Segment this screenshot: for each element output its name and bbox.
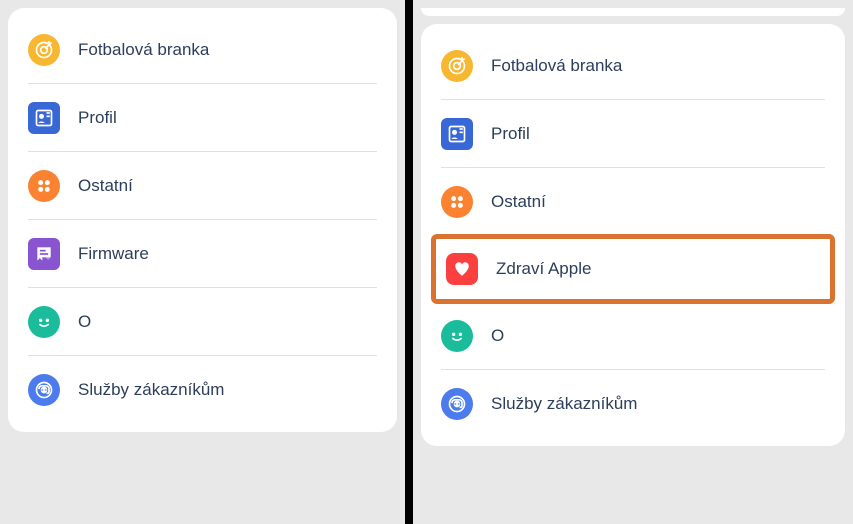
menu-item-other[interactable]: Ostatní: [421, 168, 845, 236]
menu-item-goals[interactable]: Fotbalová branka: [8, 16, 397, 84]
support-icon: [28, 374, 60, 406]
menu-item-firmware[interactable]: Firmware: [8, 220, 397, 288]
menu-label: Služby zákazníkům: [78, 380, 224, 400]
menu-label: Služby zákazníkům: [491, 394, 637, 414]
menu-label: O: [78, 312, 91, 332]
menu-label: Ostatní: [78, 176, 133, 196]
other-icon: [28, 170, 60, 202]
menu-card-left: Fotbalová branka Profil Ostatní Firmware: [8, 8, 397, 432]
left-panel: Fotbalová branka Profil Ostatní Firmware: [0, 0, 405, 524]
menu-item-goals[interactable]: Fotbalová branka: [421, 32, 845, 100]
menu-label: Ostatní: [491, 192, 546, 212]
previous-card-edge: [421, 8, 845, 16]
menu-item-health-highlighted[interactable]: Zdraví Apple: [431, 234, 835, 304]
target-icon: [28, 34, 60, 66]
menu-item-other[interactable]: Ostatní: [8, 152, 397, 220]
spacer: [8, 432, 397, 472]
menu-item-about[interactable]: O: [421, 302, 845, 370]
menu-item-support[interactable]: Služby zákazníkům: [8, 356, 397, 424]
target-icon: [441, 50, 473, 82]
support-icon: [441, 388, 473, 420]
menu-label: Fotbalová branka: [491, 56, 622, 76]
menu-label: O: [491, 326, 504, 346]
menu-label: Fotbalová branka: [78, 40, 209, 60]
menu-card-right: Fotbalová branka Profil Ostatní Zdraví A…: [421, 24, 845, 446]
about-icon: [441, 320, 473, 352]
menu-item-support[interactable]: Služby zákazníkům: [421, 370, 845, 438]
about-icon: [28, 306, 60, 338]
health-icon: [446, 253, 478, 285]
profile-icon: [28, 102, 60, 134]
other-icon: [441, 186, 473, 218]
right-panel: Fotbalová branka Profil Ostatní Zdraví A…: [413, 0, 853, 524]
menu-item-profile[interactable]: Profil: [8, 84, 397, 152]
menu-item-profile[interactable]: Profil: [421, 100, 845, 168]
menu-label: Profil: [491, 124, 530, 144]
menu-item-about[interactable]: O: [8, 288, 397, 356]
menu-label: Zdraví Apple: [496, 259, 591, 279]
menu-label: Profil: [78, 108, 117, 128]
profile-icon: [441, 118, 473, 150]
firmware-icon: [28, 238, 60, 270]
menu-label: Firmware: [78, 244, 149, 264]
